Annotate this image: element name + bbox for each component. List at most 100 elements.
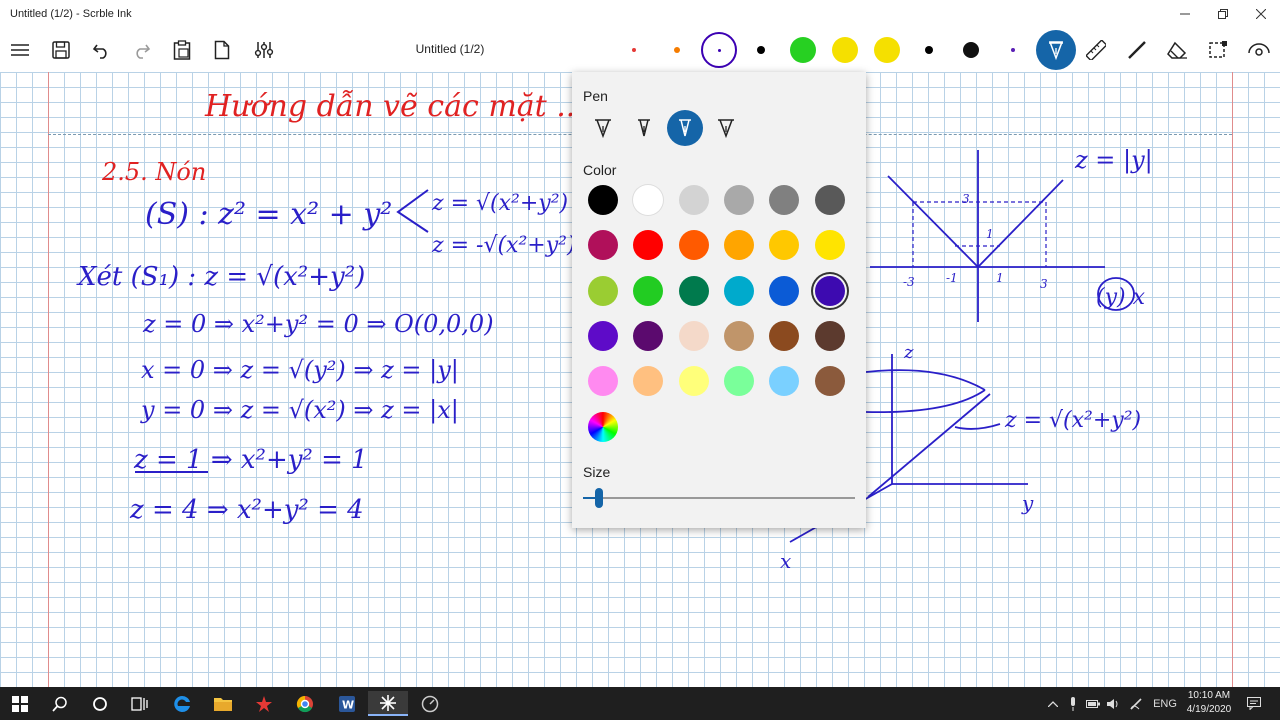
view-button[interactable] bbox=[1243, 34, 1275, 66]
quick-pen-2[interactable] bbox=[674, 47, 680, 53]
redo-button[interactable] bbox=[126, 34, 158, 66]
new-page-button[interactable] bbox=[206, 34, 238, 66]
color-swatch[interactable] bbox=[588, 366, 618, 397]
quick-pen-10[interactable] bbox=[1011, 48, 1015, 52]
color-swatch[interactable] bbox=[678, 185, 709, 215]
clock-time: 10:10 AM bbox=[1187, 690, 1231, 701]
color-swatch[interactable] bbox=[633, 185, 664, 215]
taskbar-button-cortana[interactable] bbox=[80, 691, 120, 716]
line-icon bbox=[1128, 41, 1146, 59]
undo-icon bbox=[92, 44, 107, 59]
color-swatch[interactable] bbox=[633, 275, 664, 306]
line-tool-button[interactable] bbox=[1121, 34, 1153, 66]
word-icon: W bbox=[339, 695, 355, 712]
ruler-button[interactable] bbox=[1080, 34, 1112, 66]
quick-pen-8[interactable] bbox=[925, 46, 933, 54]
color-swatch[interactable] bbox=[814, 320, 845, 351]
mic-button[interactable] bbox=[1064, 687, 1082, 720]
taskbar-button-file-explorer[interactable] bbox=[203, 691, 243, 716]
color-swatch[interactable] bbox=[633, 230, 664, 261]
notifications-button[interactable] bbox=[1244, 687, 1264, 720]
pen-tray-button[interactable] bbox=[1126, 687, 1146, 720]
quick-pen-9[interactable] bbox=[963, 42, 979, 58]
color-swatch[interactable] bbox=[678, 275, 709, 306]
color-swatch[interactable] bbox=[678, 366, 709, 397]
close-icon bbox=[1256, 9, 1266, 19]
close-button[interactable] bbox=[1242, 0, 1280, 28]
app-red-icon bbox=[256, 695, 272, 712]
quick-pen-5[interactable] bbox=[790, 37, 816, 63]
color-swatch[interactable] bbox=[814, 230, 845, 261]
color-swatch[interactable] bbox=[769, 366, 800, 397]
window-title: Untitled (1/2) - Scrble Ink bbox=[10, 8, 132, 20]
battery-button[interactable] bbox=[1084, 687, 1102, 720]
color-wheel-icon[interactable] bbox=[588, 412, 618, 442]
color-swatch[interactable] bbox=[678, 320, 709, 351]
pen-tool-button[interactable] bbox=[1036, 30, 1076, 70]
color-swatch[interactable] bbox=[633, 320, 664, 351]
color-swatch[interactable] bbox=[723, 320, 754, 351]
taskbar-button-search[interactable] bbox=[40, 691, 80, 716]
clock-date: 4/19/2020 bbox=[1186, 704, 1232, 715]
color-swatch[interactable] bbox=[588, 185, 618, 215]
taskbar-button-word[interactable]: W bbox=[327, 691, 367, 716]
color-swatch[interactable] bbox=[814, 185, 845, 215]
taskbar-button-app-circle[interactable] bbox=[410, 691, 450, 716]
pen-tip-button-3[interactable] bbox=[667, 110, 703, 146]
notification-icon bbox=[1247, 697, 1261, 710]
ink-line-3: z = -√(x²+y²) bbox=[431, 233, 576, 258]
taskbar-button-app-red[interactable] bbox=[244, 691, 284, 716]
color-swatch[interactable] bbox=[814, 275, 845, 306]
ink-line-1: (S) : z² = x² + y² bbox=[145, 197, 392, 232]
taskbar-button-scrble-ink[interactable] bbox=[368, 691, 408, 716]
color-swatch[interactable] bbox=[769, 275, 800, 306]
size-slider-thumb[interactable] bbox=[595, 488, 604, 508]
tray-overflow-button[interactable] bbox=[1044, 687, 1062, 720]
quick-pen-6[interactable] bbox=[832, 37, 858, 63]
quick-pen-4[interactable] bbox=[757, 46, 765, 54]
lasso-select-icon bbox=[1209, 41, 1227, 58]
color-swatch[interactable] bbox=[769, 185, 800, 215]
quick-pen-7[interactable] bbox=[874, 37, 900, 63]
color-swatch[interactable] bbox=[723, 275, 754, 306]
menu-button[interactable] bbox=[4, 34, 36, 66]
quick-pen-3[interactable] bbox=[701, 32, 737, 68]
size-slider-track[interactable] bbox=[583, 497, 855, 499]
color-swatch[interactable] bbox=[678, 230, 709, 261]
color-swatch[interactable] bbox=[769, 320, 800, 351]
taskbar-button-task-view[interactable] bbox=[120, 691, 160, 716]
color-swatch[interactable] bbox=[723, 366, 754, 397]
quick-pen-1[interactable] bbox=[632, 48, 636, 52]
restore-button[interactable] bbox=[1204, 0, 1242, 28]
size-section-label: Size bbox=[583, 464, 611, 480]
ink-line-8: z = 1 ⇒ x²+y² = 1 bbox=[133, 445, 368, 475]
lasso-select-button[interactable] bbox=[1202, 34, 1234, 66]
color-swatch[interactable] bbox=[723, 230, 754, 261]
taskbar-button-windows-start[interactable] bbox=[0, 691, 40, 716]
file-explorer-icon bbox=[214, 697, 232, 711]
settings-button[interactable] bbox=[248, 34, 280, 66]
eraser-button[interactable] bbox=[1161, 34, 1193, 66]
color-swatch[interactable] bbox=[588, 230, 618, 261]
notes-section: 2.5. Nón bbox=[101, 158, 206, 186]
pen-tip-button-4[interactable] bbox=[708, 110, 744, 146]
minimize-button[interactable] bbox=[1166, 0, 1204, 28]
save-button[interactable] bbox=[45, 34, 77, 66]
taskbar-button-chrome[interactable] bbox=[285, 691, 325, 716]
pen-tip-button-2[interactable] bbox=[626, 110, 662, 146]
color-swatch[interactable] bbox=[588, 275, 618, 306]
graph-branch-right bbox=[977, 179, 1064, 268]
color-swatch[interactable] bbox=[814, 366, 845, 397]
color-swatch[interactable] bbox=[633, 366, 664, 397]
color-swatch[interactable] bbox=[723, 185, 754, 215]
volume-button[interactable] bbox=[1104, 687, 1122, 720]
undo-button[interactable] bbox=[85, 34, 117, 66]
clock[interactable]: 10:10 AM 4/19/2020 bbox=[1176, 689, 1242, 717]
color-swatch[interactable] bbox=[769, 230, 800, 261]
pen-tip-button-1[interactable] bbox=[585, 110, 621, 146]
color-swatch[interactable] bbox=[588, 320, 618, 351]
taskbar-button-edge[interactable] bbox=[162, 691, 202, 716]
view-icon bbox=[1248, 43, 1270, 56]
paste-button[interactable] bbox=[166, 34, 198, 66]
cone-curve bbox=[954, 423, 1001, 430]
